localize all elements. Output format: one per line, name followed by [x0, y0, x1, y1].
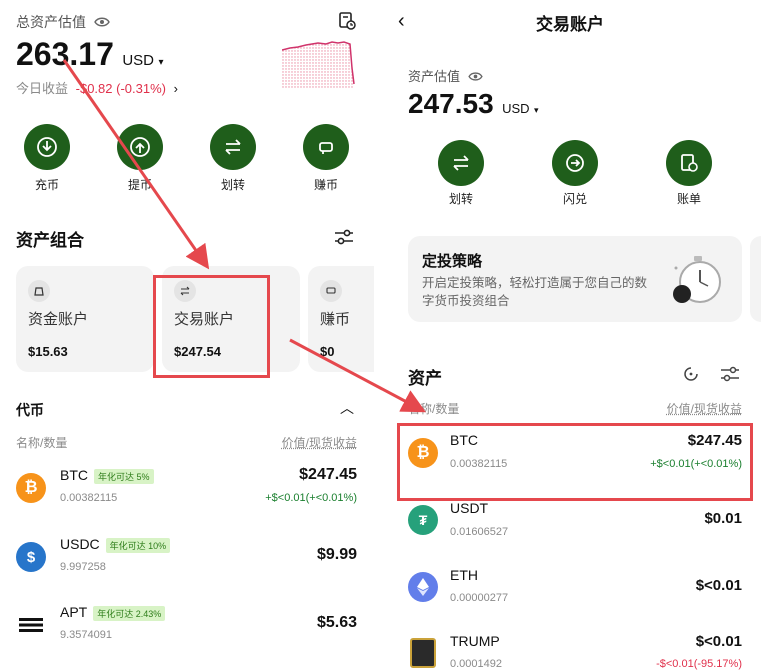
- arrow-total-to-trading: [62, 59, 210, 270]
- arrow-trading-to-btc: [289, 338, 426, 413]
- annotation-arrows: [62, 59, 426, 413]
